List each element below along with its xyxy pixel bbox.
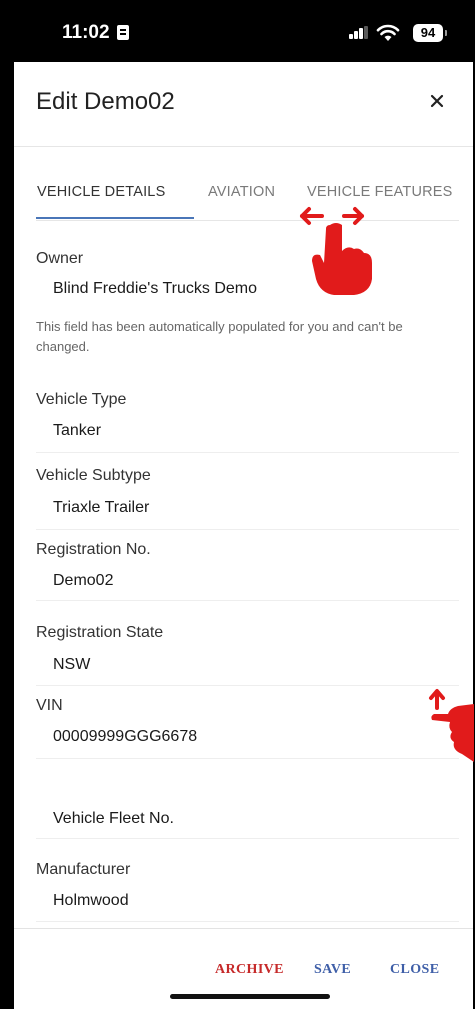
vehicle-subtype-value[interactable]: Triaxle Trailer — [53, 499, 459, 517]
vin-field[interactable]: VIN 00009999GGG6678 — [36, 697, 459, 759]
registration-state-field[interactable]: Registration State NSW — [36, 624, 459, 686]
manufacturer-label: Manufacturer — [36, 861, 131, 878]
sim-card-icon — [117, 25, 129, 40]
tab-vehicle-features[interactable]: VEHICLE FEATURES — [307, 184, 453, 200]
registration-no-label: Registration No. — [36, 541, 151, 558]
status-time: 11:02 — [62, 22, 110, 43]
vin-label: VIN — [36, 697, 63, 714]
owner-helper-text: This field has been automatically popula… — [36, 319, 403, 354]
vehicle-type-value[interactable]: Tanker — [53, 422, 459, 440]
dialog-header: Edit Demo02 — [14, 62, 473, 147]
page-title: Edit Demo02 — [36, 88, 175, 115]
home-indicator — [170, 994, 330, 999]
swipe-up-hand-icon — [429, 689, 474, 762]
close-button[interactable]: CLOSE — [390, 962, 439, 978]
archive-button[interactable]: ARCHIVE — [215, 962, 284, 978]
active-tab-indicator — [36, 217, 194, 219]
registration-no-value[interactable]: Demo02 — [53, 572, 459, 590]
status-bar: 11:02 94 — [0, 0, 475, 62]
manufacturer-value[interactable]: Holmwood — [53, 892, 459, 910]
vehicle-subtype-field[interactable]: Vehicle Subtype Triaxle Trailer — [36, 467, 459, 530]
cellular-signal-icon — [349, 26, 369, 39]
registration-state-value[interactable]: NSW — [53, 656, 459, 674]
registration-no-field[interactable]: Registration No. Demo02 — [36, 541, 459, 601]
footer-divider — [14, 928, 473, 929]
tab-bar: VEHICLE DETAILS AVIATION VEHICLE FEATURE… — [36, 176, 459, 221]
vin-value[interactable]: 00009999GGG6678 — [53, 728, 459, 746]
manufacturer-field[interactable]: Manufacturer Holmwood — [36, 861, 459, 922]
close-icon[interactable] — [428, 92, 446, 110]
vehicle-fleet-no-field[interactable]: Vehicle Fleet No. — [36, 810, 459, 839]
tab-aviation[interactable]: AVIATION — [208, 184, 275, 200]
vehicle-subtype-label: Vehicle Subtype — [36, 467, 151, 484]
owner-value: Blind Freddie's Trucks Demo — [53, 280, 258, 297]
vehicle-type-label: Vehicle Type — [36, 391, 127, 408]
vehicle-fleet-no-input[interactable]: Vehicle Fleet No. — [53, 810, 459, 828]
battery-icon: 94 — [413, 24, 447, 42]
owner-label: Owner — [36, 250, 84, 267]
swipe-horizontal-hand-icon — [300, 207, 372, 295]
registration-state-label: Registration State — [36, 624, 164, 641]
tab-vehicle-details[interactable]: VEHICLE DETAILS — [37, 184, 165, 200]
save-button[interactable]: SAVE — [314, 962, 351, 978]
left-border — [0, 62, 14, 1009]
wifi-icon — [376, 24, 400, 41]
owner-field: Owner Blind Freddie's Trucks Demo — [36, 250, 459, 298]
vehicle-type-field[interactable]: Vehicle Type Tanker — [36, 391, 459, 453]
